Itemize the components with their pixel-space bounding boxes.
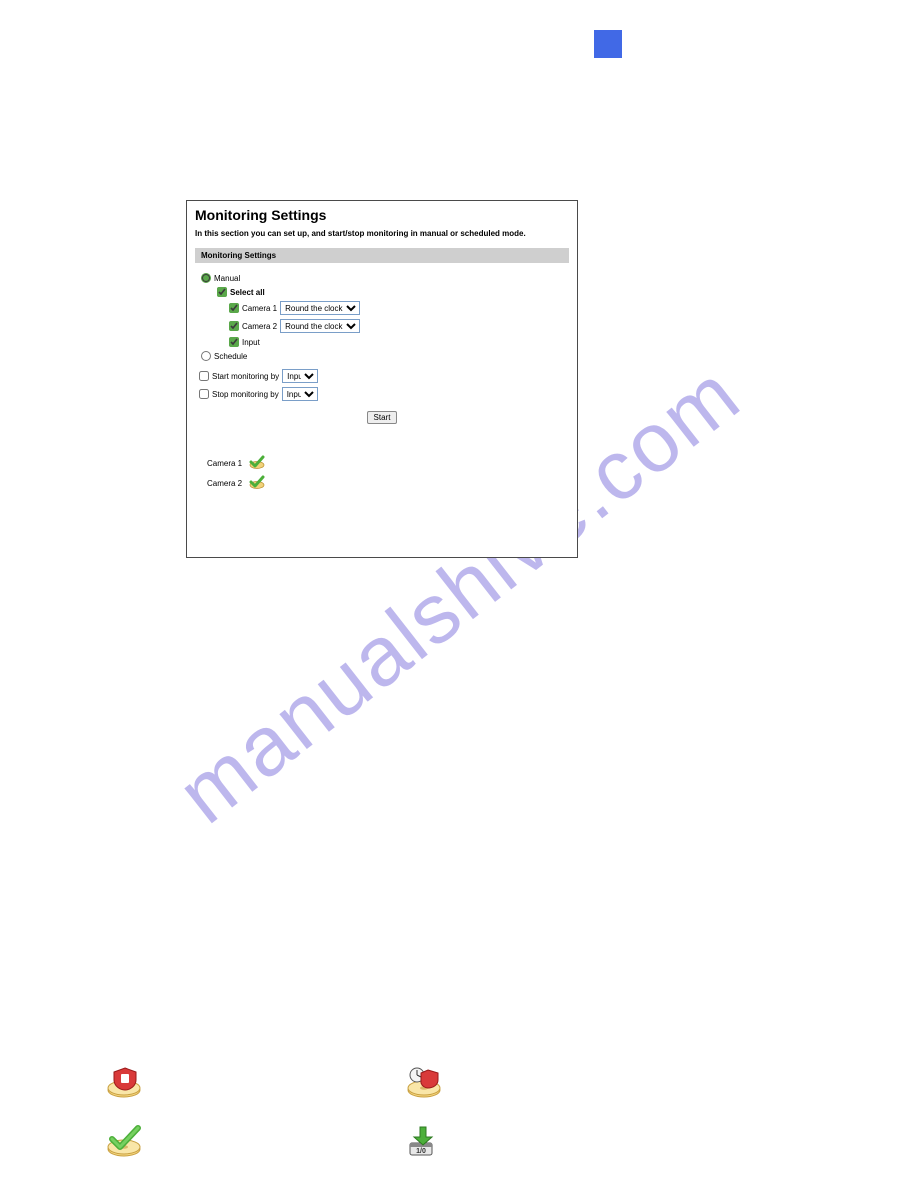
stop-monitoring-checkbox[interactable] <box>199 389 209 399</box>
panel-description: In this section you can set up, and star… <box>195 229 569 238</box>
disc-clock-shield-icon <box>406 1085 442 1102</box>
stop-monitoring-select[interactable]: Input2 <box>282 387 318 401</box>
select-all-label: Select all <box>230 288 265 297</box>
camera1-checkbox[interactable] <box>229 303 239 313</box>
start-monitoring-select[interactable]: Input1 <box>282 369 318 383</box>
section-header: Monitoring Settings <box>195 248 569 263</box>
camera2-mode-select[interactable]: Round the clock <box>280 319 360 333</box>
calendar-arrow-icon: 1/0 <box>406 1144 440 1161</box>
options-group: Manual Select all Camera 1 Round the clo… <box>195 273 569 361</box>
check-disc-icon <box>248 455 266 471</box>
start-monitoring-label: Start monitoring by <box>212 372 279 381</box>
disc-checkmark-icon <box>106 1144 142 1161</box>
trigger-group: Start monitoring by Input1 Stop monitori… <box>195 369 569 401</box>
camera1-mode-select[interactable]: Round the clock <box>280 301 360 315</box>
check-disc-icon <box>248 475 266 491</box>
monitoring-settings-panel: Monitoring Settings In this section you … <box>186 200 578 558</box>
schedule-label: Schedule <box>214 352 247 361</box>
input-checkbox[interactable] <box>229 337 239 347</box>
svg-text:1/0: 1/0 <box>416 1148 426 1155</box>
manual-radio[interactable] <box>201 273 211 283</box>
start-monitoring-checkbox[interactable] <box>199 371 209 381</box>
camera2-checkbox[interactable] <box>229 321 239 331</box>
panel-title: Monitoring Settings <box>195 207 569 223</box>
schedule-radio[interactable] <box>201 351 211 361</box>
camera1-status-label: Camera 1 <box>207 459 242 468</box>
select-all-checkbox[interactable] <box>217 287 227 297</box>
bottom-icon-grid: 1/0 <box>106 1066 606 1184</box>
stop-monitoring-label: Stop monitoring by <box>212 390 279 399</box>
camera-status-list: Camera 1 Camera 2 <box>195 455 569 491</box>
input-label: Input <box>242 338 260 347</box>
camera1-label: Camera 1 <box>242 304 277 313</box>
manual-label: Manual <box>214 274 240 283</box>
camera2-status-label: Camera 2 <box>207 479 242 488</box>
camera2-status-row: Camera 2 <box>207 475 569 491</box>
start-button[interactable]: Start <box>367 411 398 424</box>
disc-shield-icon <box>106 1085 142 1102</box>
page-badge <box>594 30 622 58</box>
camera2-label: Camera 2 <box>242 322 277 331</box>
camera1-status-row: Camera 1 <box>207 455 569 471</box>
